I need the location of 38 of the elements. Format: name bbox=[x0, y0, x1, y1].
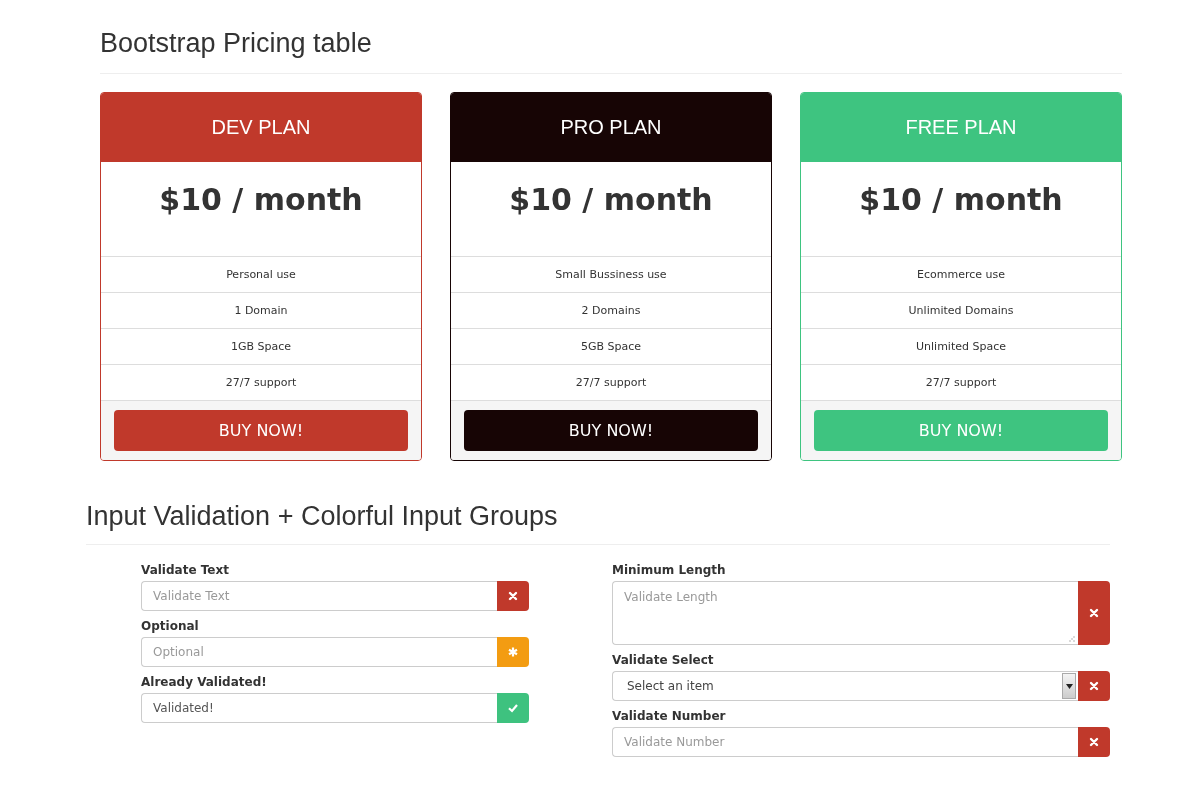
plan-price: $10 / month bbox=[801, 162, 1121, 257]
field-label: Validate Select bbox=[612, 653, 715, 667]
resize-grip-icon bbox=[1068, 635, 1075, 642]
plan-feature: Unlimited Domains bbox=[801, 293, 1121, 329]
field-label: Already Validated! bbox=[141, 675, 268, 689]
close-icon bbox=[508, 591, 518, 601]
plan-feature: 2 Domains bbox=[451, 293, 771, 329]
text-field[interactable]: Validated! bbox=[141, 693, 497, 723]
buy-button[interactable]: BUY NOW! bbox=[464, 410, 758, 451]
plan-name: PRO PLAN bbox=[560, 116, 662, 139]
plan-feature: 1 Domain bbox=[101, 293, 421, 329]
field-label: Optional bbox=[141, 619, 200, 633]
plan-feature: Small Bussiness use bbox=[451, 257, 771, 293]
plan-feature: Personal use bbox=[101, 257, 421, 293]
check-icon bbox=[508, 703, 518, 713]
plan-name: DEV PLAN bbox=[211, 116, 311, 139]
asterisk-icon bbox=[508, 647, 518, 657]
text-area[interactable]: Validate Length bbox=[612, 581, 1078, 645]
plan-feature: Ecommerce use bbox=[801, 257, 1121, 293]
section-heading: Bootstrap Pricing table bbox=[100, 28, 1122, 74]
close-icon bbox=[1089, 681, 1099, 691]
field-label: Validate Number bbox=[612, 709, 727, 723]
field-label: Minimum Length bbox=[612, 563, 727, 577]
text-field[interactable]: Validate Number bbox=[612, 727, 1078, 757]
text-field[interactable]: Validate Text bbox=[141, 581, 497, 611]
close-icon bbox=[1089, 737, 1099, 747]
plan-price: $10 / month bbox=[451, 162, 771, 257]
field-label: Validate Text bbox=[141, 563, 230, 577]
plan-feature: 5GB Space bbox=[451, 329, 771, 365]
plan-price: $10 / month bbox=[101, 162, 421, 257]
close-icon bbox=[1089, 608, 1099, 618]
section-heading: Input Validation + Colorful Input Groups bbox=[86, 501, 1110, 545]
plan-name: FREE PLAN bbox=[905, 116, 1017, 139]
select-dropdown[interactable]: Select an item bbox=[612, 671, 1078, 701]
plan-feature: Unlimited Space bbox=[801, 329, 1121, 365]
text-field[interactable]: Optional bbox=[141, 637, 497, 667]
buy-button[interactable]: BUY NOW! bbox=[114, 410, 408, 451]
plan-feature: 1GB Space bbox=[101, 329, 421, 365]
